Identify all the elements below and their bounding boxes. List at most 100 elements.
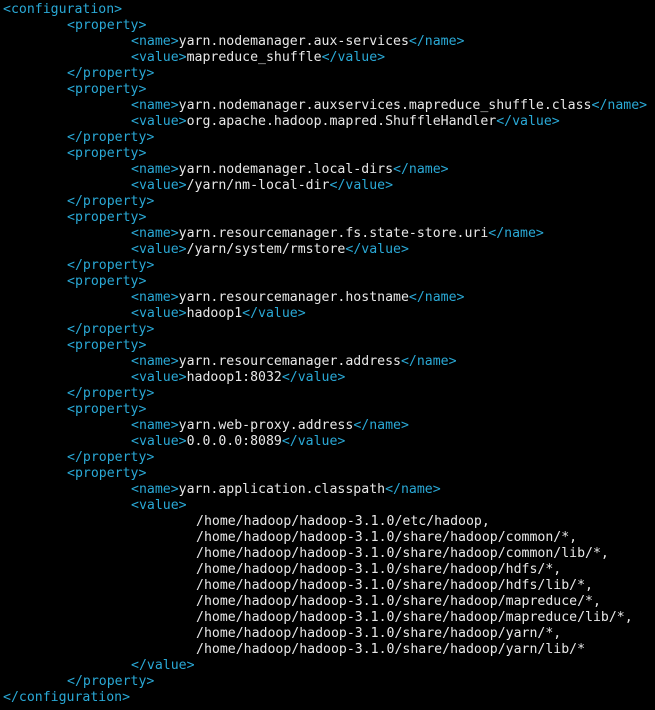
classpath-path: /home/hadoop/hadoop-3.1.0/share/hadoop/c…: [196, 530, 578, 545]
xml-tag: </property>: [67, 258, 155, 273]
property-open-line: <property>: [0, 466, 655, 482]
xml-tag: </value>: [242, 306, 306, 321]
xml-tag: <property>: [67, 82, 147, 97]
classpath-path: /home/hadoop/hadoop-3.1.0/share/hadoop/h…: [196, 578, 593, 593]
xml-tag: <value>: [131, 306, 187, 321]
property-open-line: <property>: [0, 210, 655, 226]
xml-tag: <name>: [131, 98, 179, 113]
property-open-line: <property>: [0, 146, 655, 162]
property-close-line: </property>: [0, 194, 655, 210]
xml-tag: <value>: [131, 114, 187, 129]
property-close-line: </property>: [0, 674, 655, 690]
xml-tag: </value>: [281, 370, 346, 385]
property-value: org.apache.hadoop.mapred.ShuffleHandler: [186, 114, 497, 129]
xml-tag: </value>: [281, 434, 346, 449]
xml-tag: </property>: [67, 674, 155, 689]
xml-tag: <value>: [131, 178, 187, 193]
xml-tag: <value>: [131, 370, 187, 385]
xml-tag: <property>: [67, 338, 147, 353]
xml-tag: </name>: [488, 226, 544, 241]
xml-tag: <name>: [131, 354, 179, 369]
xml-tag: <name>: [131, 226, 179, 241]
property-name: yarn.nodemanager.local-dirs: [178, 162, 394, 177]
name-line: <name>yarn.resourcemanager.address</name…: [0, 354, 655, 370]
xml-tag: </value>: [496, 114, 560, 129]
value-line: <value>/yarn/nm-local-dir</value>: [0, 178, 655, 194]
classpath-path: /home/hadoop/hadoop-3.1.0/share/hadoop/h…: [196, 562, 562, 577]
xml-tag: <property>: [67, 274, 147, 289]
xml-tag: <value>: [131, 434, 187, 449]
name-line: <name>yarn.nodemanager.aux-services</nam…: [0, 34, 655, 50]
property-value: mapreduce_shuffle: [186, 50, 322, 65]
property-close-line: </property>: [0, 386, 655, 402]
value-line: <value>0.0.0.0:8089</value>: [0, 434, 655, 450]
config-close-line: </configuration>: [0, 690, 655, 706]
classpath-entry: /home/hadoop/hadoop-3.1.0/share/hadoop/m…: [0, 594, 655, 610]
classpath-entry: /home/hadoop/hadoop-3.1.0/share/hadoop/c…: [0, 546, 655, 562]
name-line: <name>yarn.nodemanager.auxservices.mapre…: [0, 98, 655, 114]
xml-tag: </name>: [400, 354, 457, 369]
xml-tag: </name>: [408, 34, 465, 49]
property-name: yarn.resourcemanager.hostname: [178, 290, 409, 305]
classpath-path: /home/hadoop/hadoop-3.1.0/etc/hadoop,: [196, 514, 490, 529]
xml-tag: </value>: [345, 242, 409, 257]
name-line: <name>yarn.nodemanager.local-dirs</name>: [0, 162, 655, 178]
classpath-entry: /home/hadoop/hadoop-3.1.0/share/hadoop/m…: [0, 610, 655, 626]
property-value: /yarn/nm-local-dir: [186, 178, 330, 193]
value-line: <value>hadoop1</value>: [0, 306, 655, 322]
classpath-entry: /home/hadoop/hadoop-3.1.0/etc/hadoop,: [0, 514, 655, 530]
value-line: <value>org.apache.hadoop.mapred.ShuffleH…: [0, 114, 655, 130]
property-close-line: </property>: [0, 130, 655, 146]
property-open-line: <property>: [0, 18, 655, 34]
xml-tag: <name>: [131, 34, 179, 49]
xml-tag: </property>: [67, 386, 155, 401]
classpath-path: /home/hadoop/hadoop-3.1.0/share/hadoop/c…: [196, 546, 609, 561]
xml-tag: </value>: [131, 658, 195, 673]
classpath-entry: /home/hadoop/hadoop-3.1.0/share/hadoop/c…: [0, 530, 655, 546]
property-value: /yarn/system/rmstore: [186, 242, 346, 257]
xml-tag: </property>: [67, 66, 155, 81]
xml-tag: <name>: [131, 290, 179, 305]
property-name: yarn.nodemanager.aux-services: [178, 34, 409, 49]
property-close-line: </property>: [0, 66, 655, 82]
xml-tag: <configuration>: [3, 2, 123, 17]
xml-tag: <property>: [67, 18, 147, 33]
name-line: <name>yarn.web-proxy.address</name>: [0, 418, 655, 434]
config-open-line: <configuration>: [0, 2, 655, 18]
xml-tag: </property>: [67, 450, 155, 465]
xml-tag: </name>: [385, 482, 441, 497]
property-open-line: <property>: [0, 402, 655, 418]
classpath-path: /home/hadoop/hadoop-3.1.0/share/hadoop/y…: [196, 642, 586, 657]
classpath-path: /home/hadoop/hadoop-3.1.0/share/hadoop/m…: [196, 610, 633, 625]
xml-tag: <property>: [67, 466, 147, 481]
property-name: yarn.application.classpath: [178, 482, 386, 497]
value-line: <value>/yarn/system/rmstore</value>: [0, 242, 655, 258]
xml-editor[interactable]: <configuration> <property> <name>yarn.no…: [0, 0, 655, 710]
property-value: 0.0.0.0:8089: [186, 434, 282, 449]
property-close-line: </property>: [0, 258, 655, 274]
xml-tag: <property>: [67, 210, 147, 225]
property-name: yarn.resourcemanager.address: [178, 354, 401, 369]
name-line: <name>yarn.resourcemanager.fs.state-stor…: [0, 226, 655, 242]
xml-tag: </configuration>: [3, 690, 131, 705]
xml-tag: </property>: [67, 194, 155, 209]
xml-tag: <value>: [131, 242, 187, 257]
xml-tag: <property>: [67, 402, 147, 417]
property-close-line: </property>: [0, 450, 655, 466]
xml-tag: </name>: [393, 162, 449, 177]
value-line: <value>hadoop1:8032</value>: [0, 370, 655, 386]
name-line: <name>yarn.resourcemanager.hostname</nam…: [0, 290, 655, 306]
classpath-entry: /home/hadoop/hadoop-3.1.0/share/hadoop/h…: [0, 562, 655, 578]
xml-tag: </name>: [408, 290, 465, 305]
property-value: hadoop1: [186, 306, 243, 321]
xml-tag: <value>: [131, 498, 187, 513]
property-name: yarn.resourcemanager.fs.state-store.uri: [178, 226, 489, 241]
property-value: hadoop1:8032: [186, 370, 282, 385]
classpath-entry: /home/hadoop/hadoop-3.1.0/share/hadoop/y…: [0, 642, 655, 658]
xml-tag: <name>: [131, 482, 179, 497]
value-line: <value>mapreduce_shuffle</value>: [0, 50, 655, 66]
classpath-entry: /home/hadoop/hadoop-3.1.0/share/hadoop/y…: [0, 626, 655, 642]
classpath-entry: /home/hadoop/hadoop-3.1.0/share/hadoop/h…: [0, 578, 655, 594]
xml-tag: </property>: [67, 130, 155, 145]
xml-tag: </value>: [329, 178, 394, 193]
